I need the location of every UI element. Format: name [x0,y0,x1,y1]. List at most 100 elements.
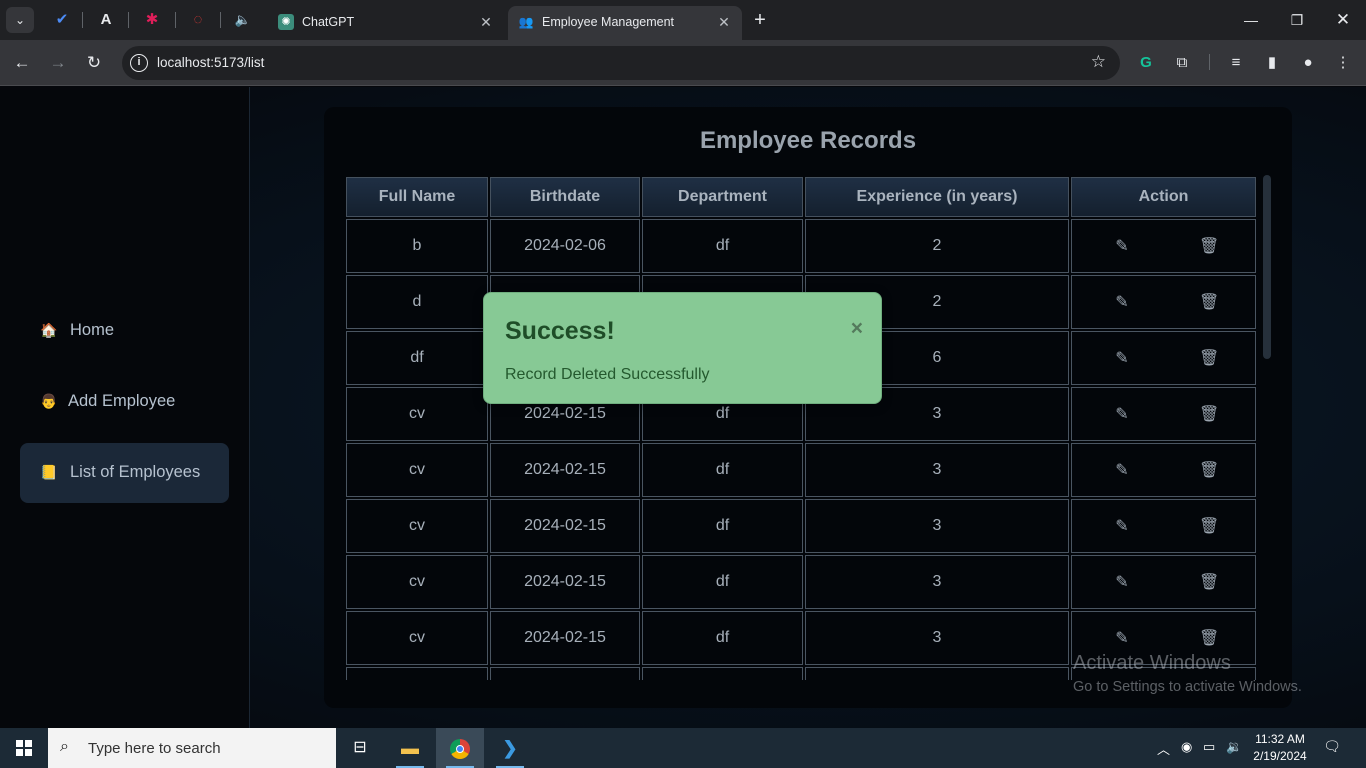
toolbar-separator [1209,54,1210,70]
trash-icon[interactable]: 🗑 [1199,349,1219,369]
url-text[interactable]: localhost:5173/list [157,55,264,70]
start-button[interactable] [0,728,48,768]
address-bar[interactable]: i localhost:5173/list ☆ [122,46,1120,80]
edit-icon[interactable]: ✎ [1112,517,1132,537]
table-scroll-area[interactable]: Full Name Birthdate Department Experienc… [344,175,1259,680]
sidebar-item-list-of-employees[interactable]: 📒 List of Employees [20,443,229,503]
grammarly-icon[interactable]: G [1135,52,1157,74]
vscode-icon[interactable]: ❯ [486,728,534,768]
network-icon[interactable]: ▭ [1203,739,1215,755]
edit-icon[interactable]: ✎ [1112,573,1132,593]
cell-action: ✎ 🗑 [1071,443,1256,497]
volume-icon[interactable]: 🔉 [1226,739,1242,755]
system-clock[interactable]: 11:32 AM 2/19/2024 [1250,731,1310,765]
search-icon: ⌕ [60,738,69,755]
chrome-icon[interactable] [436,728,484,768]
restore-icon[interactable]: ❐ [1274,0,1320,40]
cell-birthdate: 2024-02-15 [490,443,640,497]
clock-date: 2/19/2024 [1253,749,1307,763]
side-panel-icon[interactable]: ▮ [1261,52,1283,74]
profile-avatar-icon[interactable]: ● [1297,52,1319,74]
windows-logo-icon [16,740,32,756]
trash-icon[interactable]: 🗑 [1199,461,1219,481]
trash-icon[interactable]: 🗑 [1199,629,1219,649]
cell-department: df [642,555,803,609]
sidebar-item-add-employee[interactable]: 👨 Add Employee [20,372,229,432]
cell-experience: 3 [805,499,1069,553]
table-scrollbar[interactable] [1263,175,1271,359]
employee-records-panel: Employee Records Full Name Birthdate Dep… [324,107,1292,708]
toast-close-icon[interactable]: × [851,317,863,341]
pinned-tab-todo-icon[interactable]: ✔ [51,9,73,31]
header-experience: Experience (in years) [805,177,1069,217]
tab-close-icon[interactable]: ✕ [714,12,734,32]
tab-employee-management[interactable]: 👥 Employee Management ✕ [508,6,742,40]
edit-icon[interactable]: ✎ [1112,405,1132,425]
tab-title: Employee Management [542,15,675,29]
tab-separator [82,12,83,28]
cell-department: df [642,499,803,553]
success-toast: Success! × Record Deleted Successfully [483,292,882,404]
cell-birthdate: 2024-02-15 [490,611,640,665]
site-info-icon[interactable]: i [130,54,148,72]
taskbar-search[interactable]: ⌕ Type here to search [48,728,336,768]
extensions-puzzle-icon[interactable]: ⧉ [1171,52,1193,74]
edit-icon[interactable]: ✎ [1112,349,1132,369]
table-row: cv 2024-02-15 df 3 ✎ 🗑 [346,443,1256,497]
cell-department: df [642,443,803,497]
tray-camera-icon[interactable]: ◉ [1181,739,1192,755]
cell-birthdate: 2024-02-15 [490,555,640,609]
cell-action: ✎ 🗑 [1071,219,1256,273]
header-full-name: Full Name [346,177,488,217]
file-explorer-icon[interactable]: ▬ [386,728,434,768]
task-view-icon[interactable]: ⊟ [336,728,384,768]
tab-separator [220,12,221,28]
edit-icon[interactable]: ✎ [1112,237,1132,257]
tab-separator [128,12,129,28]
list-icon: 📒 [40,464,58,480]
tab-search-chevron-icon[interactable]: ⌄ [6,7,34,33]
notification-icon[interactable]: 🗨 [1322,738,1342,758]
watermark-title: Activate Windows [1073,652,1231,674]
tab-close-icon[interactable]: ✕ [476,12,496,32]
person-icon: 👨 [40,393,58,409]
employee-table: Full Name Birthdate Department Experienc… [344,175,1258,680]
header-birthdate: Birthdate [490,177,640,217]
chatgpt-icon: ✺ [278,14,294,30]
media-queue-icon[interactable]: ≡ [1225,52,1247,74]
back-arrow-icon[interactable]: ← [10,51,34,75]
sidebar: 🏠 Home 👨 Add Employee 📒 List of Employee… [0,87,250,728]
trash-icon[interactable]: 🗑 [1199,573,1219,593]
tab-chatgpt[interactable]: ✺ ChatGPT ✕ [268,6,504,40]
new-tab-plus-icon[interactable]: + [748,8,772,32]
tab-audio-speaker-icon[interactable]: 🔈 [232,9,254,31]
cell-birthdate: 2024-02-15 [490,499,640,553]
bookmark-star-icon[interactable]: ☆ [1091,52,1106,72]
cell-full-name: cv [346,555,488,609]
window-close-icon[interactable]: ✕ [1320,0,1366,40]
edit-icon[interactable]: ✎ [1112,293,1132,313]
search-placeholder: Type here to search [88,740,221,757]
browser-menu-icon[interactable]: ⋮ [1332,52,1354,74]
reload-icon[interactable]: ↻ [82,51,106,75]
toast-title: Success! [505,317,615,345]
trash-icon[interactable]: 🗑 [1199,237,1219,257]
edit-icon[interactable]: ✎ [1112,629,1132,649]
home-icon: 🏠 [40,322,58,338]
trash-icon[interactable]: 🗑 [1199,405,1219,425]
edit-icon[interactable]: ✎ [1112,461,1132,481]
tray-chevron-up-icon[interactable]: ︿ [1157,739,1170,758]
table-row: b 2024-02-06 df 2 ✎ 🗑 [346,219,1256,273]
cell-action: ✎ 🗑 [1071,499,1256,553]
trash-icon[interactable]: 🗑 [1199,293,1219,313]
forward-arrow-icon[interactable]: → [46,51,70,75]
pinned-tab-a-icon[interactable]: A [95,9,117,31]
sidebar-item-home[interactable]: 🏠 Home [20,301,229,361]
pinned-tab-slack-icon[interactable]: ✱ [141,9,163,31]
cell-action: ✎ 🗑 [1071,275,1256,329]
cell-department: df [642,611,803,665]
minimize-icon[interactable]: — [1228,0,1274,40]
trash-icon[interactable]: 🗑 [1199,517,1219,537]
taskbar: ⌕ Type here to search ⊟ ▬ ❯ ︿ ◉ ▭ 🔉 11:3… [0,728,1366,768]
pinned-tab-circle-icon[interactable]: ◌ [187,9,209,31]
